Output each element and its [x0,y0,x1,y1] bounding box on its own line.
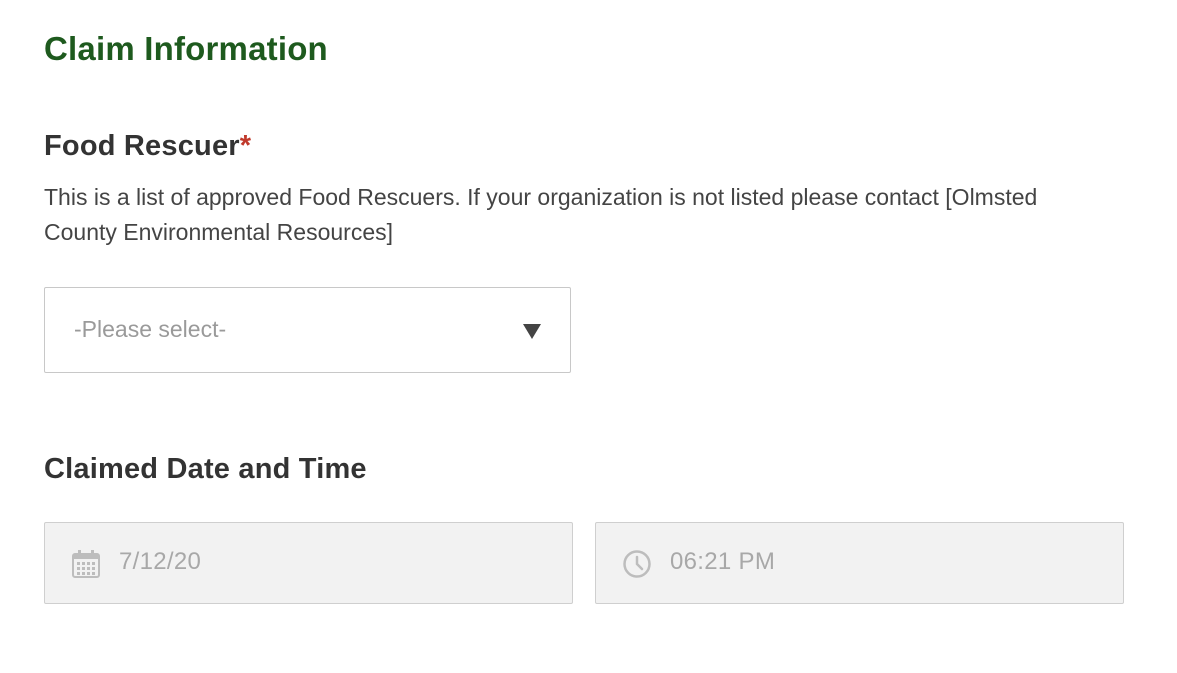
food-rescuer-label-text: Food Rescuer [44,130,240,162]
clock-icon [623,550,651,578]
calendar-icon [72,550,100,578]
claim-form: Claim Information Food Rescuer* This is … [0,0,1177,673]
claimed-time-field[interactable]: 06:21 PM [595,522,1124,604]
food-rescuer-label: Food Rescuer* [44,130,251,163]
required-marker: * [239,130,252,162]
claimed-date-field[interactable]: 7/12/20 [44,522,573,604]
food-rescuer-select[interactable]: -Please select- [44,287,571,373]
food-rescuer-help-text: This is a list of approved Food Rescuers… [44,184,1038,245]
triangle-down-icon [523,324,541,339]
section-title: Claim Information [44,30,328,67]
food-rescuer-select-value: -Please select- [74,316,227,342]
claimed-date-time-label: Claimed Date and Time [44,453,367,485]
claimed-date-value: 7/12/20 [119,548,202,575]
claimed-time-value: 06:21 PM [670,548,776,575]
